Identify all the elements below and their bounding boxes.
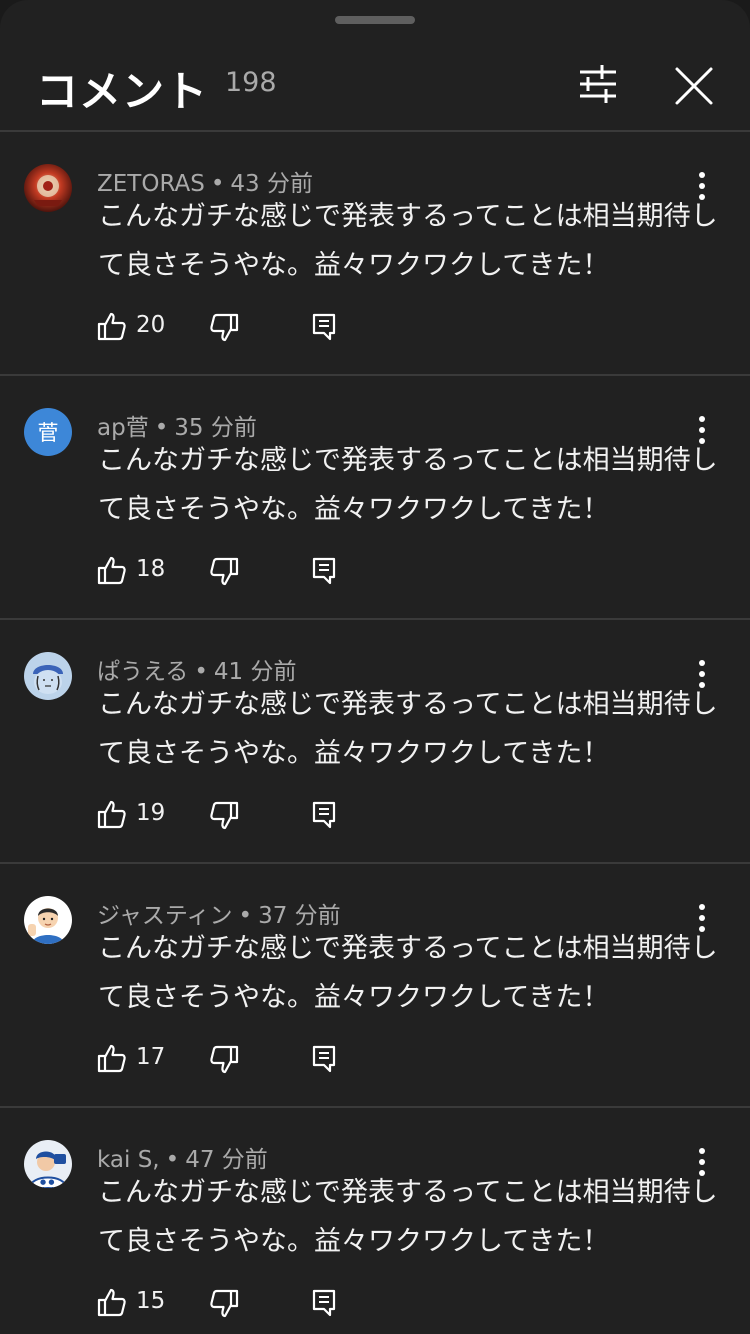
header-title: コメント xyxy=(36,67,209,116)
avatar-pauerl-icon xyxy=(24,652,72,700)
avatar[interactable] xyxy=(24,652,72,700)
like-button[interactable] xyxy=(96,798,128,830)
thumbs-down-icon xyxy=(210,1045,239,1074)
thumbs-up-icon xyxy=(97,312,126,341)
reply-icon xyxy=(312,557,336,585)
thumbs-up-icon xyxy=(97,1044,126,1073)
comment-item: ジャスティン • 37 分前 こんなガチな感じで発表するってことは相当期待して良さそ… xyxy=(0,864,750,1108)
close-button[interactable] xyxy=(668,60,720,112)
reply-icon xyxy=(312,1045,336,1073)
avatar-zetoras-icon xyxy=(24,164,72,212)
thumbs-up-icon xyxy=(97,1288,126,1317)
like-count: 17 xyxy=(136,1044,166,1070)
like-count: 18 xyxy=(136,556,166,582)
sliders-icon xyxy=(580,65,616,103)
thumbs-down-icon xyxy=(210,557,239,586)
comments-sheet: コメント 198 ZETORAS • 43 分前 こんなガチな感じで発表するって… xyxy=(0,0,750,1334)
comment-count: 198 xyxy=(225,67,277,98)
dislike-button[interactable] xyxy=(208,556,240,588)
avatar-justin-icon xyxy=(24,896,72,944)
comments-header: コメント 198 xyxy=(0,40,750,130)
like-count: 20 xyxy=(136,312,166,338)
avatar[interactable] xyxy=(24,164,72,212)
thumbs-up-icon xyxy=(97,800,126,829)
dislike-button[interactable] xyxy=(208,1044,240,1076)
avatar[interactable]: 菅 xyxy=(24,408,72,456)
thumbs-down-icon xyxy=(210,313,239,342)
comment-item: ぱうえる • 41 分前 こんなガチな感じで発表するってことは相当期待して良さそうや… xyxy=(0,620,750,864)
reply-icon xyxy=(312,801,336,829)
reply-button[interactable] xyxy=(310,310,338,342)
drag-handle[interactable] xyxy=(335,16,415,24)
comment-text: こんなガチな感じで発表するってことは相当期待して良さそうやな。益々ワクワクしてき… xyxy=(98,445,718,525)
comment-item: ZETORAS • 43 分前 こんなガチな感じで発表するってことは相当期待して良さ… xyxy=(0,132,750,376)
dislike-button[interactable] xyxy=(208,1288,240,1320)
avatar-kai-icon: ● ● xyxy=(24,1140,72,1188)
comment-text: こんなガチな感じで発表するってことは相当期待して良さそうやな。益々ワクワクしてき… xyxy=(98,201,718,281)
thumbs-up-icon xyxy=(97,556,126,585)
comment-text: こんなガチな感じで発表するってことは相当期待して良さそうやな。益々ワクワクしてき… xyxy=(98,933,718,1013)
reply-button[interactable] xyxy=(310,1042,338,1074)
like-count: 15 xyxy=(136,1288,166,1314)
reply-icon xyxy=(312,1289,336,1317)
like-count: 19 xyxy=(136,800,166,826)
reply-icon xyxy=(312,313,336,341)
close-icon xyxy=(675,67,713,105)
reply-button[interactable] xyxy=(310,798,338,830)
avatar[interactable] xyxy=(24,896,72,944)
like-button[interactable] xyxy=(96,554,128,586)
comment-item: ● ● kai S, • 47 分前 こんなガチな感じで発表するってことは相当期待し… xyxy=(0,1108,750,1334)
avatar-letter: 菅 xyxy=(37,421,59,445)
thumbs-down-icon xyxy=(210,1289,239,1318)
like-button[interactable] xyxy=(96,1286,128,1318)
reply-button[interactable] xyxy=(310,554,338,586)
like-button[interactable] xyxy=(96,1042,128,1074)
comment-text: こんなガチな感じで発表するってことは相当期待して良さそうやな。益々ワクワクしてき… xyxy=(98,1177,718,1257)
reply-button[interactable] xyxy=(310,1286,338,1318)
like-button[interactable] xyxy=(96,310,128,342)
avatar[interactable]: ● ● xyxy=(24,1140,72,1188)
dislike-button[interactable] xyxy=(208,800,240,832)
comment-item: 菅 ap菅 • 35 分前 こんなガチな感じで発表するってことは相当期待して良さそう… xyxy=(0,376,750,620)
svg-text:● ●: ● ● xyxy=(40,1178,54,1186)
dislike-button[interactable] xyxy=(208,312,240,344)
comment-text: こんなガチな感じで発表するってことは相当期待して良さそうやな。益々ワクワクしてき… xyxy=(98,689,718,769)
thumbs-down-icon xyxy=(210,801,239,830)
sort-filter-button[interactable] xyxy=(574,60,622,108)
